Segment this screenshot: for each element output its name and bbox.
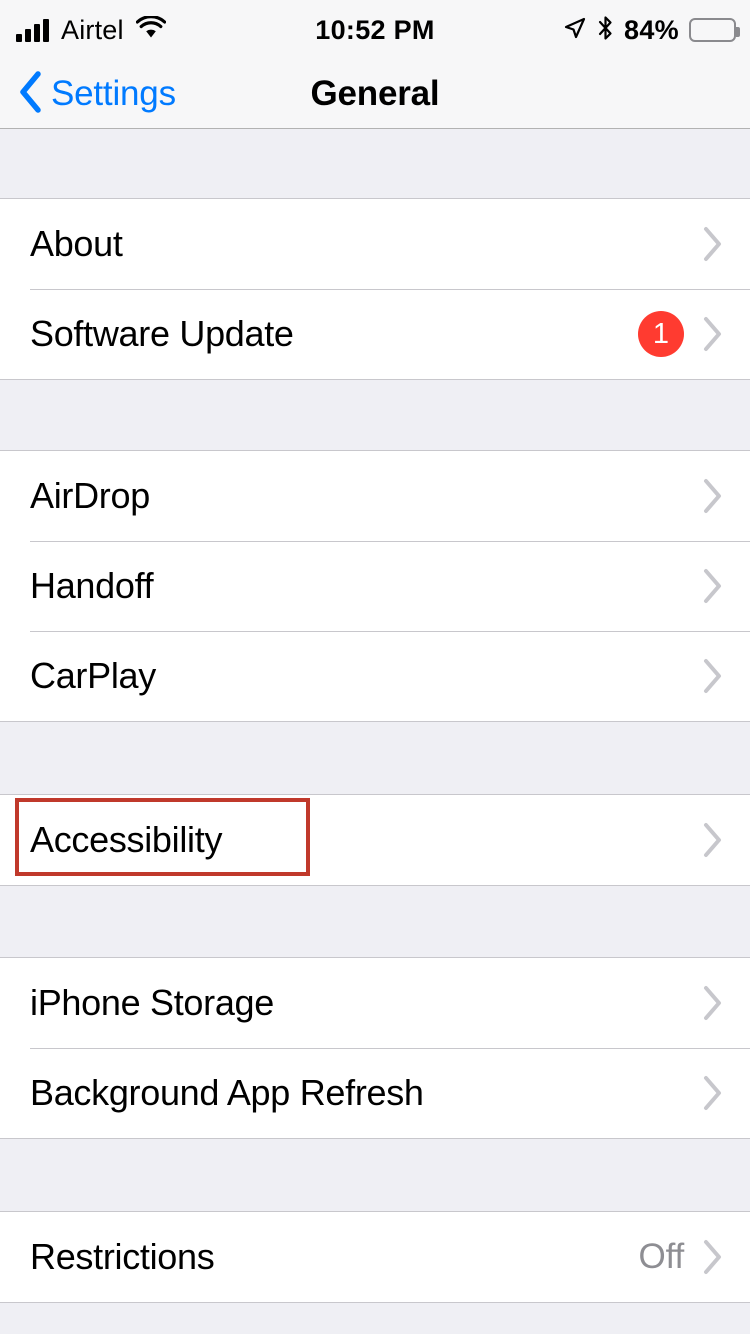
list-item-accessory bbox=[702, 199, 724, 289]
list-item[interactable]: Restrictions Off bbox=[0, 1212, 750, 1302]
list-item[interactable]: About bbox=[0, 199, 750, 289]
chevron-right-icon bbox=[702, 226, 724, 262]
list-item-label: About bbox=[30, 223, 123, 264]
notification-badge: 1 bbox=[638, 311, 684, 357]
group-gap bbox=[0, 1139, 750, 1211]
list-item[interactable]: CarPlay bbox=[0, 631, 750, 721]
group-gap bbox=[0, 1303, 750, 1334]
status-bar-right: 84% bbox=[563, 0, 740, 60]
list-item-value: Off bbox=[638, 1237, 685, 1276]
list-item-accessory: 1 bbox=[638, 289, 724, 379]
chevron-right-icon bbox=[702, 568, 724, 604]
list-item[interactable]: Background App Refresh bbox=[0, 1048, 750, 1138]
list-item-label: Handoff bbox=[30, 565, 154, 606]
chevron-right-icon bbox=[702, 1239, 724, 1275]
page-title: General bbox=[310, 74, 440, 113]
chevron-right-icon bbox=[702, 985, 724, 1021]
settings-group: About Software Update 1 bbox=[0, 198, 750, 380]
bluetooth-icon bbox=[597, 15, 614, 46]
location-arrow-icon bbox=[563, 16, 587, 45]
group-gap bbox=[0, 380, 750, 450]
battery-icon bbox=[689, 18, 740, 42]
list-item[interactable]: iPhone Storage bbox=[0, 958, 750, 1048]
list-item-label: AirDrop bbox=[30, 475, 150, 516]
navigation-bar: Settings General bbox=[0, 60, 750, 129]
list-item[interactable]: Accessibility bbox=[0, 795, 750, 885]
group-gap bbox=[0, 129, 750, 198]
list-item-label: iPhone Storage bbox=[30, 982, 274, 1023]
settings-group: AirDrop Handoff CarPlay bbox=[0, 450, 750, 722]
list-item-label: Background App Refresh bbox=[30, 1072, 424, 1113]
chevron-right-icon bbox=[702, 658, 724, 694]
settings-list[interactable]: About Software Update 1 AirDrop Handoff CarPl… bbox=[0, 129, 750, 1334]
list-item-accessory bbox=[702, 795, 724, 885]
status-bar: Airtel 10:52 PM 84% bbox=[0, 0, 750, 60]
list-item[interactable]: Handoff bbox=[0, 541, 750, 631]
chevron-right-icon bbox=[702, 316, 724, 352]
settings-group: Restrictions Off bbox=[0, 1211, 750, 1303]
list-item-label: Restrictions bbox=[30, 1236, 215, 1277]
list-item-accessory bbox=[702, 958, 724, 1048]
list-item-label: Software Update bbox=[30, 313, 294, 354]
iphone-screen: Airtel 10:52 PM 84% Settings General Abo… bbox=[0, 0, 750, 1334]
group-gap bbox=[0, 886, 750, 957]
list-item-label: CarPlay bbox=[30, 655, 156, 696]
list-item[interactable]: AirDrop bbox=[0, 451, 750, 541]
chevron-right-icon bbox=[702, 822, 724, 858]
list-item-accessory: Off bbox=[639, 1212, 724, 1302]
list-item[interactable]: Software Update 1 bbox=[0, 289, 750, 379]
list-item-accessory bbox=[702, 451, 724, 541]
chevron-right-icon bbox=[702, 478, 724, 514]
list-item-accessory bbox=[702, 631, 724, 721]
list-item-accessory bbox=[702, 1048, 724, 1138]
settings-group: Accessibility bbox=[0, 794, 750, 886]
clock-label: 10:52 PM bbox=[315, 14, 435, 45]
chevron-right-icon bbox=[702, 1075, 724, 1111]
group-gap bbox=[0, 722, 750, 794]
list-item-label: Accessibility bbox=[30, 819, 223, 860]
battery-percent-label: 84% bbox=[624, 14, 679, 45]
settings-group: iPhone Storage Background App Refresh bbox=[0, 957, 750, 1139]
list-item-accessory bbox=[702, 541, 724, 631]
